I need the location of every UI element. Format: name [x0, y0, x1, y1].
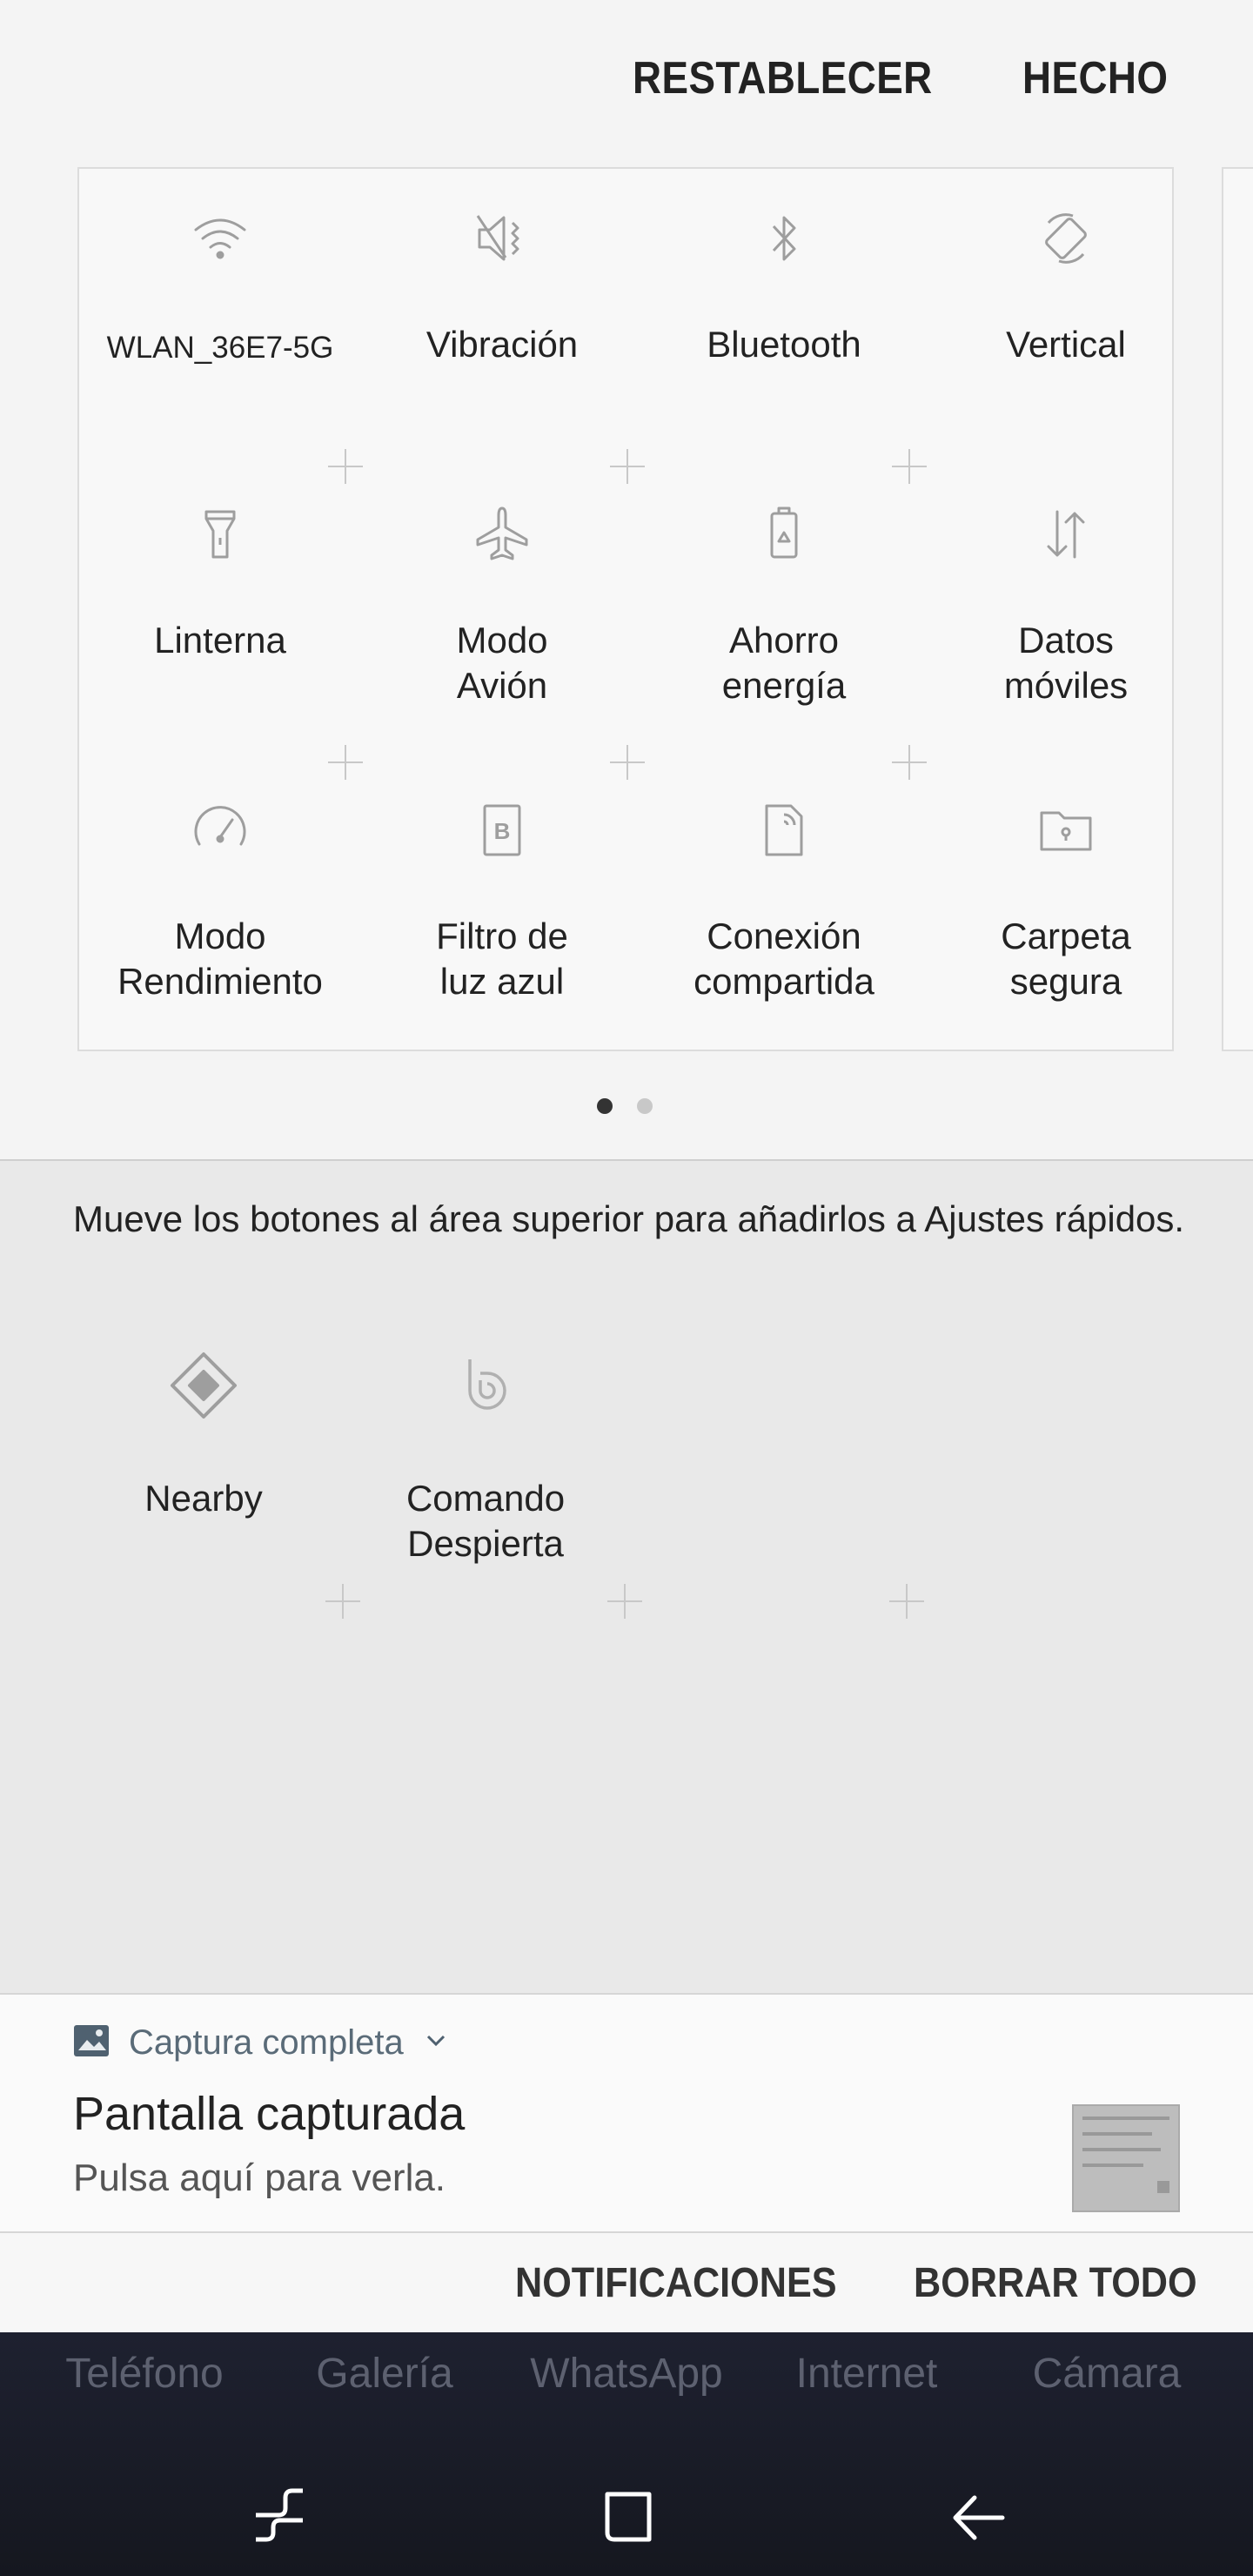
back-button[interactable] [940, 2479, 1018, 2557]
wifi-icon [79, 204, 361, 273]
tile-label: Filtro de luz azul [436, 916, 568, 1002]
dock-app-camera[interactable]: Cámara [987, 2350, 1227, 2398]
tile-label: Vibración [425, 324, 579, 365]
tile-vibration[interactable]: Vibración [361, 169, 643, 465]
tray-tile-bixby-wake[interactable]: Comando Despierta [345, 1349, 626, 1610]
clear-all-button[interactable]: BORRAR TODO [914, 2259, 1197, 2307]
home-dock: Teléfono Galería WhatsApp Internet Cámar… [0, 2332, 1253, 2576]
drop-target-plus [892, 449, 927, 484]
next-page-card-edge[interactable] [1222, 167, 1253, 1051]
svg-text:B: B [494, 818, 511, 844]
tile-flashlight[interactable]: Linterna [79, 465, 361, 761]
page-dot[interactable] [637, 1098, 653, 1114]
tile-performance-mode[interactable]: Modo Rendimiento [79, 761, 361, 1057]
tile-rotation[interactable]: Vertical [925, 169, 1207, 465]
tile-wifi[interactable]: WLAN_36E7-5G [79, 169, 361, 465]
drop-target-plus [328, 745, 363, 780]
dock-app-phone[interactable]: Teléfono [24, 2350, 265, 2398]
tile-secure-folder[interactable]: Carpeta segura [925, 761, 1207, 1057]
tile-label: Vertical [1006, 324, 1126, 365]
nearby-icon [63, 1349, 345, 1419]
mobile-data-icon [925, 500, 1207, 569]
tile-label: Modo Avión [456, 620, 548, 706]
dock-app-gallery[interactable]: Galería [265, 2350, 505, 2398]
battery-saver-icon [643, 500, 925, 569]
tray-tile-label: Nearby [144, 1478, 263, 1519]
notification-title: Pantalla capturada [73, 2088, 466, 2140]
airplane-icon [361, 500, 643, 569]
tile-label: Datos móviles [1003, 620, 1129, 706]
vibrate-icon [361, 204, 643, 273]
tile-label: WLAN_36E7-5G [106, 331, 334, 365]
screenshot-thumbnail[interactable] [1072, 2104, 1180, 2212]
quick-settings-grid: WLAN_36E7-5G Vibración Bluetooth Vertica… [77, 167, 1174, 1051]
done-button[interactable]: HECHO [1022, 52, 1168, 104]
secure-folder-icon [925, 795, 1207, 865]
hotspot-icon [643, 795, 925, 865]
recents-button[interactable] [240, 2479, 318, 2557]
reset-button[interactable]: RESTABLECER [633, 52, 933, 104]
tile-label: Conexión compartida [694, 916, 874, 1002]
drop-target-plus [328, 449, 363, 484]
navigation-bar [0, 2463, 1253, 2576]
drop-target-plus [607, 1584, 642, 1619]
tile-label: Modo Rendimiento [117, 916, 323, 1002]
tile-mobile-data[interactable]: Datos móviles [925, 465, 1207, 761]
tray-tile-nearby[interactable]: Nearby [63, 1349, 345, 1610]
tile-hotspot[interactable]: Conexión compartida [643, 761, 925, 1057]
drop-target-plus [889, 1584, 924, 1619]
tray-hint-text: Mueve los botones al área superior para … [73, 1198, 1185, 1239]
page-dot-active[interactable] [597, 1098, 613, 1114]
notification-header: Captura completa [73, 2021, 449, 2064]
drop-target-plus [610, 745, 645, 780]
notification-actions-bar: NOTIFICACIONES BORRAR TODO [0, 2233, 1253, 2332]
tile-label: Linterna [154, 620, 286, 661]
notification-text: Pulsa aquí para verla. [73, 2157, 446, 2199]
tile-airplane[interactable]: Modo Avión [361, 465, 643, 761]
drop-target-plus [325, 1584, 360, 1619]
home-button[interactable] [588, 2479, 667, 2557]
tile-label: Carpeta segura [1001, 916, 1131, 1002]
bixby-icon [345, 1349, 626, 1419]
dock-app-whatsapp[interactable]: WhatsApp [506, 2350, 747, 2398]
screenshot-notification[interactable]: Captura completa Pantalla capturada Puls… [0, 1993, 1253, 2233]
rotate-icon [925, 204, 1207, 273]
performance-icon [79, 795, 361, 865]
tile-blue-light-filter[interactable]: B Filtro de luz azul [361, 761, 643, 1057]
blue-light-filter-icon: B [361, 795, 643, 865]
chevron-down-icon[interactable] [423, 2028, 449, 2058]
dock-apps: Teléfono Galería WhatsApp Internet Cámar… [0, 2332, 1253, 2419]
tile-label: Ahorro energía [721, 620, 847, 706]
top-action-bar: RESTABLECER HECHO [0, 52, 1253, 122]
available-buttons-tray: Mueve los botones al área superior para … [0, 1159, 1253, 1995]
drop-target-plus [610, 449, 645, 484]
dock-app-internet[interactable]: Internet [747, 2350, 987, 2398]
flashlight-icon [79, 500, 361, 569]
tray-tile-label: Comando Despierta [405, 1478, 566, 1564]
image-icon [73, 2024, 110, 2062]
notification-settings-button[interactable]: NOTIFICACIONES [515, 2259, 837, 2307]
tile-power-saving[interactable]: Ahorro energía [643, 465, 925, 761]
notification-app-name: Captura completa [129, 2023, 404, 2062]
drop-target-plus [892, 745, 927, 780]
tile-label: Bluetooth [707, 324, 861, 365]
bluetooth-icon [643, 204, 925, 273]
tile-bluetooth[interactable]: Bluetooth [643, 169, 925, 465]
